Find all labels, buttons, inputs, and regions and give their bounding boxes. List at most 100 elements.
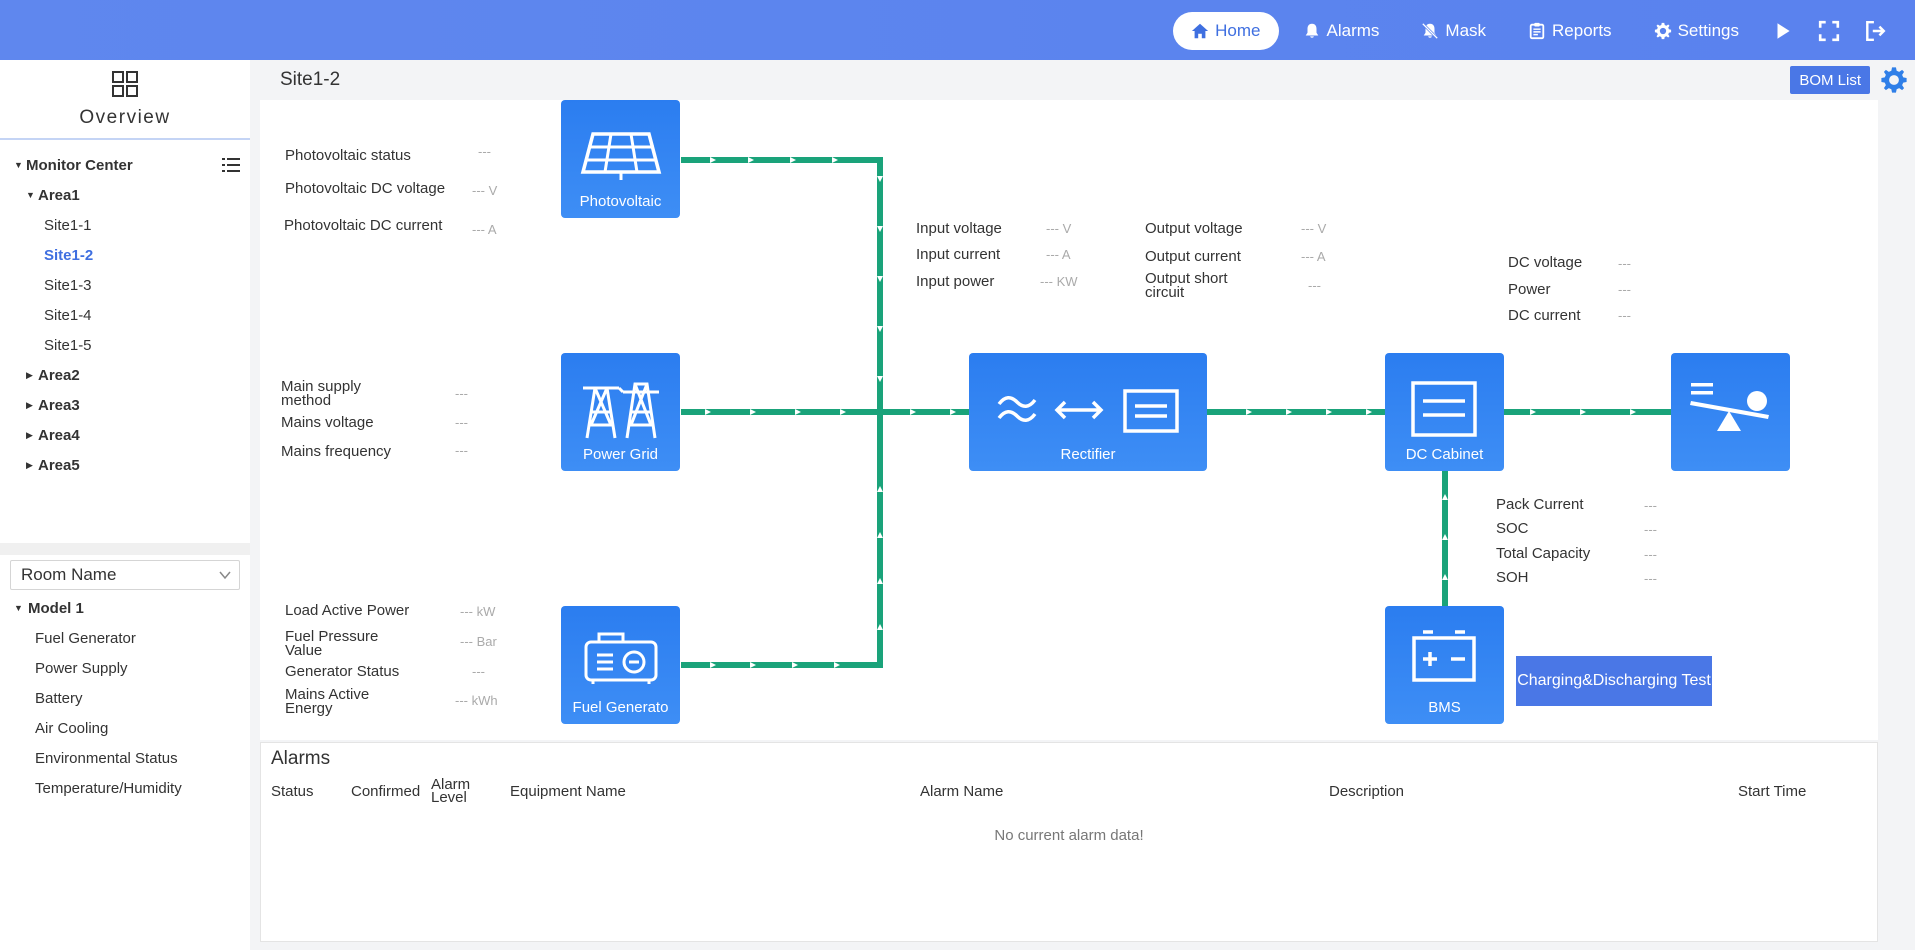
model-item[interactable]: Temperature/Humidity — [0, 773, 250, 803]
tree-monitor-center-label: Monitor Center — [26, 156, 133, 174]
load-device[interactable] — [1671, 353, 1790, 471]
tree-site[interactable]: Site1-5 — [0, 330, 250, 360]
grid-method-value: --- — [455, 386, 468, 401]
sidebar: Overview ▼ Monitor Center ▼ Area1 Site1-… — [0, 60, 250, 950]
gear-icon[interactable] — [1880, 66, 1908, 94]
photovoltaic-device[interactable]: Photovoltaic — [561, 100, 680, 218]
tree-site[interactable]: Site1-1 — [0, 210, 250, 240]
tree-model[interactable]: ▼ Model 1 — [0, 593, 250, 623]
tree-site[interactable]: Site1-4 — [0, 300, 250, 330]
column-header-status[interactable]: Status — [271, 784, 314, 799]
nav-reports[interactable]: Reports — [1510, 12, 1630, 50]
list-icon[interactable] — [222, 157, 240, 173]
bms-pack-label: Pack Current — [1496, 496, 1584, 513]
bms-device[interactable]: BMS — [1385, 606, 1504, 724]
breadcrumb: Site1-2 — [280, 69, 341, 90]
rect-out-short-value: --- — [1308, 278, 1321, 293]
room-name-select[interactable]: Room Name — [10, 560, 240, 590]
grid-frequency-label: Mains frequency — [281, 443, 392, 460]
tree-area-label: Area4 — [38, 426, 80, 444]
tree-area1[interactable]: ▼ Area1 — [0, 180, 250, 210]
tree-monitor-center[interactable]: ▼ Monitor Center — [0, 150, 250, 180]
play-button[interactable] — [1763, 12, 1803, 50]
tree-area[interactable]: ▶ Area3 — [0, 390, 250, 420]
caret-down-icon: ▼ — [14, 160, 23, 170]
chevron-down-icon — [219, 571, 231, 580]
dc-current-label: DC current — [1508, 307, 1581, 324]
column-header-alarm-level[interactable]: Alarm Level — [431, 777, 481, 805]
tree-area[interactable]: ▶ Area5 — [0, 450, 250, 480]
column-header-equipment-name[interactable]: Equipment Name — [510, 784, 626, 799]
rectifier-device[interactable]: Rectifier — [969, 353, 1207, 471]
cabinet-icon — [1411, 381, 1477, 437]
alarms-panel: Alarms Status Confirmed Alarm Level Equi… — [260, 742, 1878, 942]
fuel-generator-device[interactable]: Fuel Generato — [561, 606, 680, 724]
dc-voltage-label: DC voltage — [1508, 254, 1583, 271]
nav-mask[interactable]: Mask — [1403, 12, 1504, 50]
tree-site[interactable]: Site1-3 — [0, 270, 250, 300]
pv-status-label: Photovoltaic status — [285, 147, 411, 164]
tree-site-selected[interactable]: Site1-2 — [0, 240, 250, 270]
top-bar: Home Alarms Mask Reports Settings — [0, 0, 1915, 60]
tree-site-label: Site1-5 — [44, 336, 92, 354]
bom-list-button[interactable]: BOM List — [1790, 66, 1870, 94]
model-item[interactable]: Air Cooling — [0, 713, 250, 743]
bms-pack-value: --- — [1644, 498, 1657, 513]
rect-out-voltage-value: --- V — [1301, 221, 1327, 236]
rect-in-power-value: --- KW — [1040, 274, 1078, 289]
tree-area-label: Area2 — [38, 366, 80, 384]
alarms-table-header: Status Confirmed Alarm Level Equipment N… — [261, 775, 1877, 811]
caret-down-icon: ▼ — [26, 190, 35, 200]
charging-discharging-test-label: Charging&Discharging Test — [1517, 672, 1711, 689]
charging-discharging-test-button[interactable]: Charging&Discharging Test — [1516, 656, 1712, 706]
nav-alarms[interactable]: Alarms — [1285, 12, 1398, 50]
fullscreen-icon — [1818, 20, 1840, 42]
model-item-label: Environmental Status — [35, 749, 178, 767]
bms-capacity-value: --- — [1644, 547, 1657, 562]
model-item[interactable]: Environmental Status — [0, 743, 250, 773]
pv-voltage-label: Photovoltaic DC voltage — [285, 180, 446, 197]
solar-panel-icon — [580, 132, 662, 180]
column-header-start-time[interactable]: Start Time — [1738, 784, 1806, 799]
site-tree: ▼ Monitor Center ▼ Area1 Site1-1 Site1-2… — [0, 140, 250, 480]
overview-button[interactable]: Overview — [0, 60, 250, 140]
rect-in-voltage-value: --- V — [1046, 221, 1072, 236]
logout-button[interactable] — [1855, 12, 1895, 50]
model-item-label: Battery — [35, 689, 83, 707]
caret-down-icon: ▼ — [14, 603, 23, 613]
photovoltaic-label: Photovoltaic — [579, 193, 662, 210]
bell-icon — [1305, 23, 1318, 38]
top-nav: Home Alarms Mask Reports Settings — [1173, 12, 1895, 50]
nav-alarms-label: Alarms — [1326, 21, 1380, 40]
tree-area[interactable]: ▶ Area4 — [0, 420, 250, 450]
rect-out-current-value: --- A — [1301, 249, 1326, 264]
dc-cabinet-device[interactable]: DC Cabinet — [1385, 353, 1504, 471]
nav-settings[interactable]: Settings — [1636, 12, 1757, 50]
nav-home[interactable]: Home — [1173, 12, 1279, 50]
rect-in-current-label: Input current — [916, 246, 1001, 263]
caret-right-icon: ▶ — [26, 369, 33, 380]
column-header-alarm-name[interactable]: Alarm Name — [920, 784, 1003, 799]
dc-current-value: --- — [1618, 308, 1631, 323]
model-item[interactable]: Battery — [0, 683, 250, 713]
model-item[interactable]: Power Supply — [0, 653, 250, 683]
tree-area[interactable]: ▶ Area2 — [0, 360, 250, 390]
column-header-confirmed[interactable]: Confirmed — [351, 784, 420, 799]
fullscreen-button[interactable] — [1809, 12, 1849, 50]
tree-area1-label: Area1 — [38, 186, 80, 204]
model-item[interactable]: Fuel Generator — [0, 623, 250, 653]
model-item-label: Power Supply — [35, 659, 128, 677]
column-header-description[interactable]: Description — [1329, 784, 1404, 799]
rect-out-voltage-label: Output voltage — [1145, 220, 1243, 237]
bms-soh-label: SOH — [1496, 569, 1529, 586]
power-grid-device[interactable]: Power Grid — [561, 353, 680, 471]
nav-reports-label: Reports — [1552, 21, 1612, 40]
gen-status-label: Generator Status — [285, 663, 400, 680]
report-icon — [1529, 22, 1545, 40]
bms-label: BMS — [1428, 699, 1461, 716]
caret-right-icon: ▶ — [26, 459, 33, 470]
battery-icon — [1412, 630, 1476, 682]
grid-voltage-value: --- — [455, 415, 468, 430]
pv-voltage-value: --- V — [472, 183, 498, 198]
model-item-label: Temperature/Humidity — [35, 779, 182, 797]
